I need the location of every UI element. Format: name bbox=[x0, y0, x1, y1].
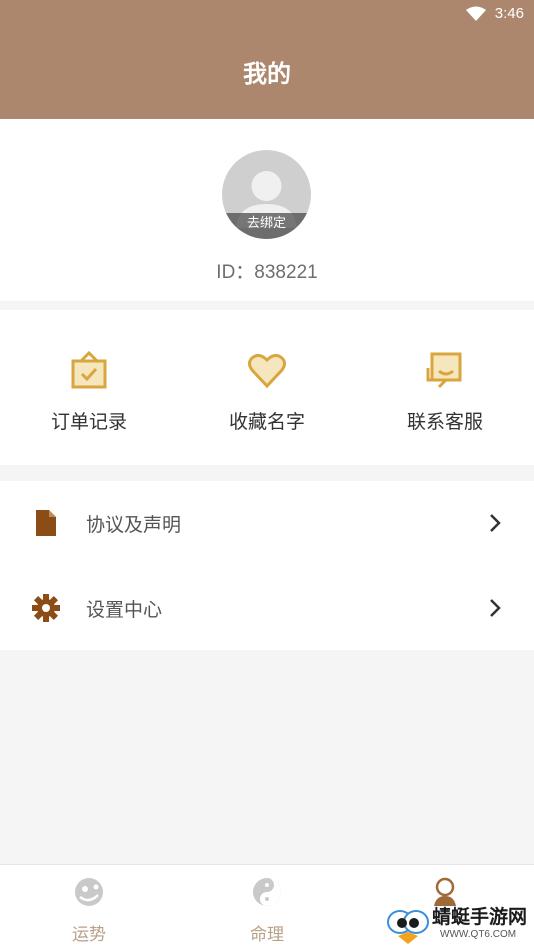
chevron-right-icon bbox=[490, 514, 501, 532]
heart-icon bbox=[248, 353, 286, 389]
contact-service-button[interactable]: 联系客服 bbox=[356, 310, 534, 465]
contact-service-label: 联系客服 bbox=[406, 411, 483, 433]
tab-label: 命理 bbox=[250, 925, 284, 945]
favorite-names-label: 收藏名字 bbox=[228, 411, 305, 433]
menu-item-settings[interactable]: 设置中心 bbox=[0, 566, 534, 650]
fortune-icon bbox=[75, 878, 103, 906]
profile-card: 去绑定 ID：838221 bbox=[0, 119, 534, 301]
page-title: 我的 bbox=[243, 60, 291, 88]
watermark-logo: 蜻蜓手游网 WWW.QT6.COM bbox=[384, 902, 530, 946]
avatar[interactable]: 去绑定 bbox=[222, 150, 311, 239]
wifi-icon bbox=[466, 6, 486, 26]
tab-destiny[interactable]: 命理 bbox=[178, 865, 356, 950]
gear-icon bbox=[32, 594, 60, 622]
bind-account-button[interactable]: 去绑定 bbox=[222, 213, 311, 239]
watermark-text: 蜻蜓手游网 bbox=[432, 906, 528, 928]
yin-yang-icon bbox=[253, 878, 281, 906]
tab-label: 运势 bbox=[72, 925, 106, 945]
menu-item-label: 协议及声明 bbox=[86, 514, 182, 536]
quick-actions: 订单记录 收藏名字 联系客服 bbox=[0, 310, 534, 465]
customer-service-icon bbox=[426, 352, 462, 389]
status-bar: 3:46 bbox=[0, 0, 534, 30]
favorite-names-button[interactable]: 收藏名字 bbox=[178, 310, 356, 465]
order-box-icon bbox=[71, 350, 107, 389]
tab-fortune[interactable]: 运势 bbox=[0, 865, 178, 950]
status-time: 3:46 bbox=[494, 5, 524, 22]
dragonfly-logo-icon bbox=[387, 910, 429, 944]
chevron-right-icon bbox=[490, 599, 501, 617]
order-records-button[interactable]: 订单记录 bbox=[0, 310, 178, 465]
settings-menu: 协议及声明 设置中心 bbox=[0, 481, 534, 650]
menu-item-agreement[interactable]: 协议及声明 bbox=[0, 481, 534, 565]
menu-item-label: 设置中心 bbox=[86, 599, 163, 621]
document-icon bbox=[36, 510, 56, 536]
user-id: ID：838221 bbox=[216, 262, 318, 283]
order-records-label: 订单记录 bbox=[50, 411, 127, 433]
page-header: 我的 bbox=[0, 30, 534, 119]
watermark-url: WWW.QT6.COM bbox=[440, 929, 517, 940]
